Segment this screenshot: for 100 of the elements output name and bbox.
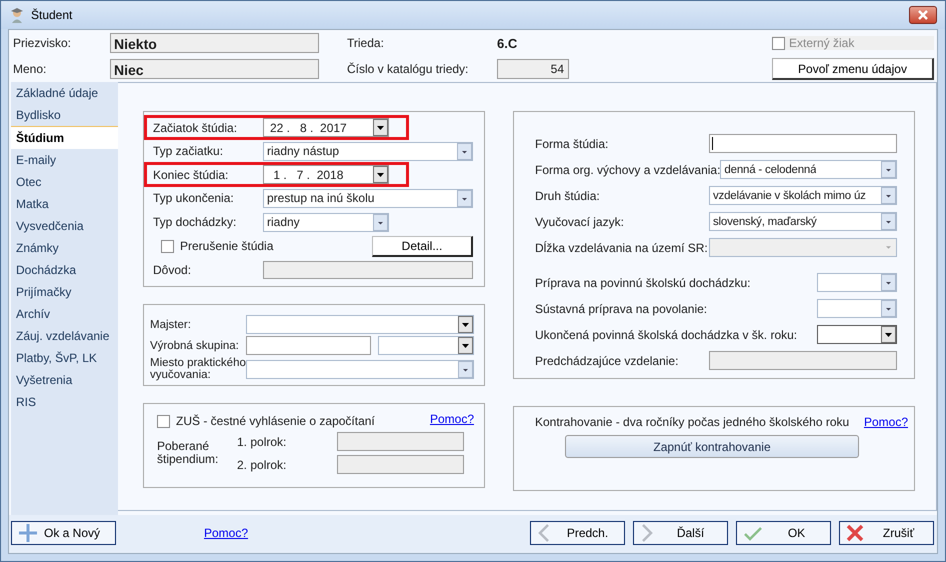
caret-icon xyxy=(881,213,896,230)
sidebar-item[interactable]: Archív xyxy=(11,303,118,325)
close-button[interactable] xyxy=(909,6,937,24)
field-label: Majster: xyxy=(150,318,192,330)
sidebar-item[interactable]: Platby, ŠvP, LK xyxy=(11,347,118,369)
caret-icon xyxy=(373,166,388,183)
stipend-field[interactable] xyxy=(337,455,464,474)
date-picker[interactable]: 22 . 8 . 2017 xyxy=(263,118,389,137)
checkbox-label: Externý žiak xyxy=(789,36,854,50)
dropdown[interactable]: riadny xyxy=(263,212,389,232)
window-title: Študent xyxy=(31,8,72,22)
help-link[interactable]: Pomoc? xyxy=(204,526,248,540)
catalog-number-field[interactable]: 54 xyxy=(497,59,569,79)
sidebar-item[interactable]: Matka xyxy=(11,193,118,215)
sidebar-item[interactable]: Bydlisko xyxy=(11,104,118,126)
check-icon xyxy=(743,525,763,541)
field-label: Typ ukončenia: xyxy=(153,191,235,205)
field-label: Typ dochádzky: xyxy=(153,215,238,229)
caret-icon xyxy=(881,161,896,178)
caret-icon xyxy=(881,326,896,343)
dropdown[interactable] xyxy=(817,325,897,344)
field-label: Forma štúdia: xyxy=(535,136,610,150)
caret-icon xyxy=(458,360,473,378)
caret-icon xyxy=(457,142,472,160)
dropdown[interactable]: denná - celodenná xyxy=(720,160,897,179)
sidebar-item[interactable]: Prijímačky xyxy=(11,281,118,303)
field-label: Začiatok štúdia: xyxy=(153,120,238,134)
field-label: Vyučovací jazyk: xyxy=(535,214,625,228)
next-button[interactable]: Ďalší xyxy=(633,521,728,545)
field-label: Typ začiatku: xyxy=(153,144,224,158)
dropdown[interactable]: vzdelávanie v školách mimo úz xyxy=(709,186,897,205)
stipend-field[interactable] xyxy=(337,432,464,451)
sidebar-item[interactable]: Základné údaje xyxy=(11,82,118,104)
reason-field[interactable] xyxy=(263,261,473,279)
contract-button[interactable]: Zapnúť kontrahovanie xyxy=(565,435,859,458)
field-label: 2. polrok: xyxy=(237,458,288,472)
field-label: Ukončená povinná školská dochádzka v šk. roku: xyxy=(535,328,798,342)
chevron-right-icon xyxy=(640,523,654,543)
caret-icon xyxy=(458,337,473,354)
caret-icon xyxy=(457,190,472,206)
field-label: Druh štúdia: xyxy=(535,188,601,202)
checkbox[interactable] xyxy=(157,414,170,428)
class-value: 6.C xyxy=(497,36,518,50)
help-link[interactable]: Pomoc? xyxy=(430,412,474,426)
caret-icon xyxy=(373,119,388,136)
dropdown[interactable]: slovenský, maďarský xyxy=(709,212,897,231)
date-picker[interactable]: 1 . 7 . 2018 xyxy=(263,165,389,184)
checkbox-label: ZUŠ - čestné vyhlásenie o započítaní xyxy=(176,414,375,428)
dropdown[interactable] xyxy=(378,336,474,355)
caret-icon xyxy=(458,316,473,333)
sidebar-item[interactable]: Štúdium xyxy=(11,126,120,149)
field-label: Dôvod: xyxy=(153,263,192,277)
checkbox[interactable] xyxy=(161,240,174,252)
close-icon xyxy=(846,524,864,542)
field-label: Číslo v katalógu triedy: xyxy=(347,62,470,76)
text-field[interactable] xyxy=(709,134,897,153)
field-label: Predchádzajúce vzdelanie: xyxy=(535,354,680,368)
field-label: Koniec štúdia: xyxy=(153,168,230,182)
field-label: Forma org. výchovy a vzdelávania: xyxy=(535,162,720,176)
text-field[interactable] xyxy=(246,336,372,355)
dropdown[interactable]: prestup na inú školu xyxy=(263,188,473,208)
field-label: Meno: xyxy=(13,62,48,76)
name-field[interactable]: Niec xyxy=(110,59,319,79)
detail-button[interactable]: Detail... xyxy=(372,236,473,256)
field-label: Priezvisko: xyxy=(13,36,72,50)
cancel-button[interactable]: Zrušiť xyxy=(839,521,934,545)
field-label: Príprava na povinnú školskú dochádzku: xyxy=(535,276,752,290)
field-label: 1. polrok: xyxy=(237,434,288,448)
person-icon xyxy=(9,7,25,23)
caret-icon xyxy=(373,214,388,230)
sidebar-item[interactable]: Otec xyxy=(11,171,118,193)
caret-icon xyxy=(881,187,896,204)
plus-icon xyxy=(18,523,38,543)
caret-icon xyxy=(881,274,896,291)
sidebar-item[interactable]: Dochádzka xyxy=(11,259,118,281)
dropdown[interactable]: riadny nástup xyxy=(263,142,473,160)
surname-field[interactable]: Niekto xyxy=(110,33,319,53)
ok-button[interactable]: OK xyxy=(736,521,831,545)
field-label: Dĺžka vzdelávania na území SR: xyxy=(535,240,709,254)
sidebar-item[interactable]: RIS xyxy=(11,391,118,413)
text-field[interactable] xyxy=(709,351,897,370)
field-label: Miesto praktického vyučovania: xyxy=(150,357,246,381)
sidebar-item[interactable]: Vysvedčenia xyxy=(11,215,118,237)
sidebar-item[interactable]: Záuj. vzdelávanie xyxy=(11,325,118,347)
prev-button[interactable]: Predch. xyxy=(530,521,625,545)
contract-text: Kontrahovanie - dva ročníky počas jedného školského roku xyxy=(535,415,850,429)
sidebar-item[interactable]: E-maily xyxy=(11,149,118,171)
field-label: Poberané štipendium: xyxy=(157,440,220,466)
field-label: Výrobná skupina: xyxy=(150,340,240,352)
chevron-left-icon xyxy=(537,523,551,543)
close-icon xyxy=(917,10,929,20)
help-link[interactable]: Pomoc? xyxy=(864,415,908,429)
sidebar-item[interactable]: Vyšetrenia xyxy=(11,369,118,391)
checkbox-label: Prerušenie štúdia xyxy=(180,239,274,253)
allow-changes-button[interactable]: Povoľ zmenu údajov xyxy=(772,58,934,80)
caret-icon xyxy=(886,246,891,249)
ok-and-new-button[interactable]: Ok a Nový xyxy=(11,521,116,545)
sidebar-item[interactable]: Známky xyxy=(11,237,118,259)
field-label: Sústavná príprava na povolanie: xyxy=(535,302,708,316)
caret-icon xyxy=(881,300,896,317)
